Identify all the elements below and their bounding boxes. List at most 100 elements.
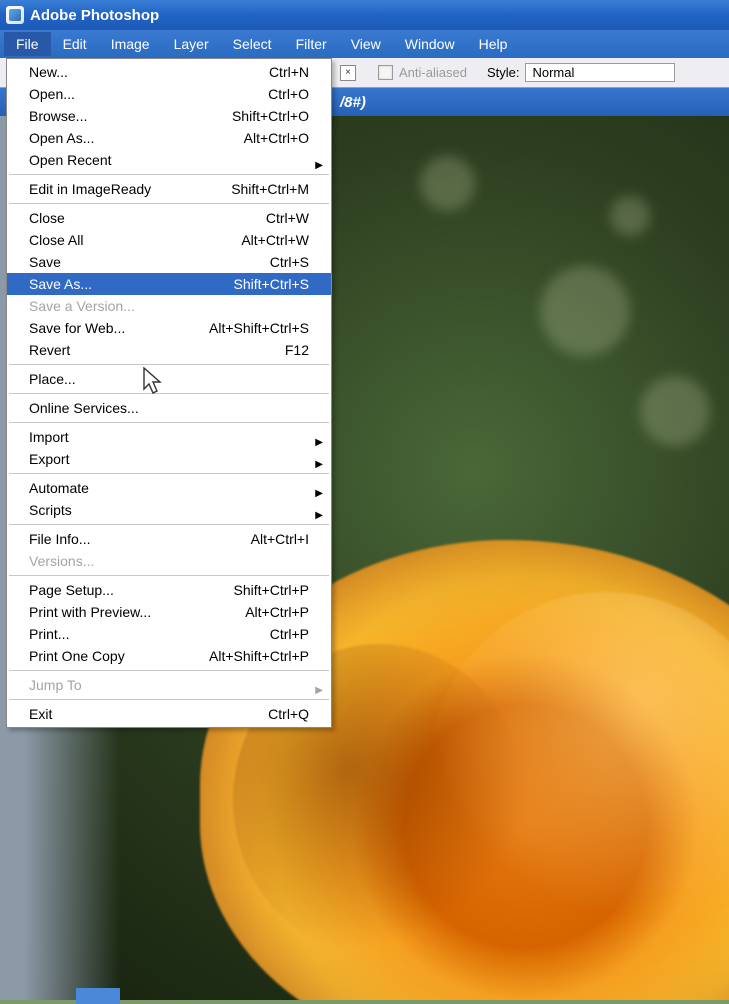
menu-separator [9, 364, 329, 365]
menu-separator [9, 699, 329, 700]
menu-item-label: Page Setup... [29, 582, 234, 598]
menu-separator [9, 575, 329, 576]
menu-item-accel: Alt+Ctrl+I [251, 531, 309, 547]
menu-item-accel: Ctrl+W [266, 210, 309, 226]
file-menu-item-close[interactable]: CloseCtrl+W [7, 207, 331, 229]
menu-item-image[interactable]: Image [99, 32, 162, 56]
menu-item-label: Close All [29, 232, 241, 248]
menubar: FileEditImageLayerSelectFilterViewWindow… [0, 30, 729, 58]
app-icon [6, 6, 24, 24]
menu-item-label: Print One Copy [29, 648, 209, 664]
menu-item-label: Browse... [29, 108, 232, 124]
menu-item-accel: Ctrl+N [269, 64, 309, 80]
menu-item-label: Save for Web... [29, 320, 209, 336]
menu-item-label: Versions... [29, 553, 309, 569]
menu-item-filter[interactable]: Filter [284, 32, 339, 56]
menu-item-label: Exit [29, 706, 268, 722]
file-menu-item-browse[interactable]: Browse...Shift+Ctrl+O [7, 105, 331, 127]
menu-item-layer[interactable]: Layer [162, 32, 221, 56]
menu-item-accel: Alt+Shift+Ctrl+S [209, 320, 309, 336]
file-menu-item-automate[interactable]: Automate [7, 477, 331, 499]
file-menu-item-exit[interactable]: ExitCtrl+Q [7, 703, 331, 725]
menu-item-label: File Info... [29, 531, 251, 547]
file-menu-item-save-as[interactable]: Save As...Shift+Ctrl+S [7, 273, 331, 295]
menu-item-file[interactable]: File [4, 32, 51, 56]
menu-item-accel: Shift+Ctrl+O [232, 108, 309, 124]
menu-item-label: Open Recent [29, 152, 309, 168]
file-menu-item-print-one-copy[interactable]: Print One CopyAlt+Shift+Ctrl+P [7, 645, 331, 667]
menu-separator [9, 670, 329, 671]
file-menu-item-close-all[interactable]: Close AllAlt+Ctrl+W [7, 229, 331, 251]
menu-item-accel: Shift+Ctrl+M [231, 181, 309, 197]
menu-item-label: Export [29, 451, 309, 467]
file-menu-item-new[interactable]: New...Ctrl+N [7, 61, 331, 83]
file-menu-item-print-with-preview[interactable]: Print with Preview...Alt+Ctrl+P [7, 601, 331, 623]
style-select[interactable]: Normal [525, 63, 675, 82]
file-menu-item-open[interactable]: Open...Ctrl+O [7, 83, 331, 105]
menu-item-view[interactable]: View [339, 32, 393, 56]
menu-separator [9, 174, 329, 175]
menu-item-label: New... [29, 64, 269, 80]
menu-item-accel: Ctrl+S [270, 254, 309, 270]
file-menu-item-revert[interactable]: RevertF12 [7, 339, 331, 361]
menu-item-accel: Alt+Ctrl+W [241, 232, 309, 248]
menu-item-label: Save As... [29, 276, 234, 292]
file-menu-item-online-services[interactable]: Online Services... [7, 397, 331, 419]
menu-separator [9, 524, 329, 525]
file-menu-item-save-for-web[interactable]: Save for Web...Alt+Shift+Ctrl+S [7, 317, 331, 339]
file-menu-item-print[interactable]: Print...Ctrl+P [7, 623, 331, 645]
menu-item-accel: Ctrl+P [270, 626, 309, 642]
file-menu-item-open-as[interactable]: Open As...Alt+Ctrl+O [7, 127, 331, 149]
menu-separator [9, 393, 329, 394]
menu-separator [9, 473, 329, 474]
menu-separator [9, 203, 329, 204]
file-menu-item-place[interactable]: Place... [7, 368, 331, 390]
menu-item-edit[interactable]: Edit [51, 32, 99, 56]
style-select-value: Normal [532, 65, 574, 80]
menu-item-label: Automate [29, 480, 309, 496]
file-menu-item-import[interactable]: Import [7, 426, 331, 448]
anti-aliased-checkbox[interactable] [378, 65, 393, 80]
file-menu-item-save[interactable]: SaveCtrl+S [7, 251, 331, 273]
menu-item-label: Revert [29, 342, 285, 358]
menu-item-accel: Shift+Ctrl+P [234, 582, 309, 598]
menu-item-accel: Alt+Ctrl+O [244, 130, 309, 146]
file-menu-item-file-info[interactable]: File Info...Alt+Ctrl+I [7, 528, 331, 550]
menu-item-label: Save a Version... [29, 298, 309, 314]
menu-item-accel: Ctrl+Q [268, 706, 309, 722]
menu-item-label: Edit in ImageReady [29, 181, 231, 197]
file-menu-item-open-recent[interactable]: Open Recent [7, 149, 331, 171]
file-menu-item-edit-in-imageready[interactable]: Edit in ImageReadyShift+Ctrl+M [7, 178, 331, 200]
menu-item-label: Print... [29, 626, 270, 642]
menu-item-accel: Alt+Ctrl+P [245, 604, 309, 620]
menu-item-accel: Shift+Ctrl+S [234, 276, 309, 292]
document-title: /8#) [340, 94, 366, 111]
menu-item-accel: Alt+Shift+Ctrl+P [209, 648, 309, 664]
bottom-marker [76, 988, 120, 1004]
file-menu-item-page-setup[interactable]: Page Setup...Shift+Ctrl+P [7, 579, 331, 601]
menu-item-label: Open As... [29, 130, 244, 146]
file-menu-item-export[interactable]: Export [7, 448, 331, 470]
menu-item-label: Close [29, 210, 266, 226]
file-menu-dropdown: New...Ctrl+NOpen...Ctrl+OBrowse...Shift+… [6, 58, 332, 728]
file-menu-item-save-a-version: Save a Version... [7, 295, 331, 317]
menu-item-label: Save [29, 254, 270, 270]
menu-separator [9, 422, 329, 423]
menu-item-label: Jump To [29, 677, 309, 693]
close-box-icon[interactable]: × [340, 65, 356, 81]
menu-item-select[interactable]: Select [221, 32, 284, 56]
menu-item-label: Place... [29, 371, 309, 387]
menu-item-help[interactable]: Help [467, 32, 520, 56]
menu-item-label: Print with Preview... [29, 604, 245, 620]
menu-item-window[interactable]: Window [393, 32, 467, 56]
window-title: Adobe Photoshop [30, 7, 159, 24]
anti-aliased-label: Anti-aliased [399, 65, 467, 80]
menu-item-label: Import [29, 429, 309, 445]
file-menu-item-versions: Versions... [7, 550, 331, 572]
file-menu-item-jump-to: Jump To [7, 674, 331, 696]
window-titlebar[interactable]: Adobe Photoshop [0, 0, 729, 30]
menu-item-accel: Ctrl+O [268, 86, 309, 102]
menu-item-label: Open... [29, 86, 268, 102]
menu-item-label: Scripts [29, 502, 309, 518]
file-menu-item-scripts[interactable]: Scripts [7, 499, 331, 521]
